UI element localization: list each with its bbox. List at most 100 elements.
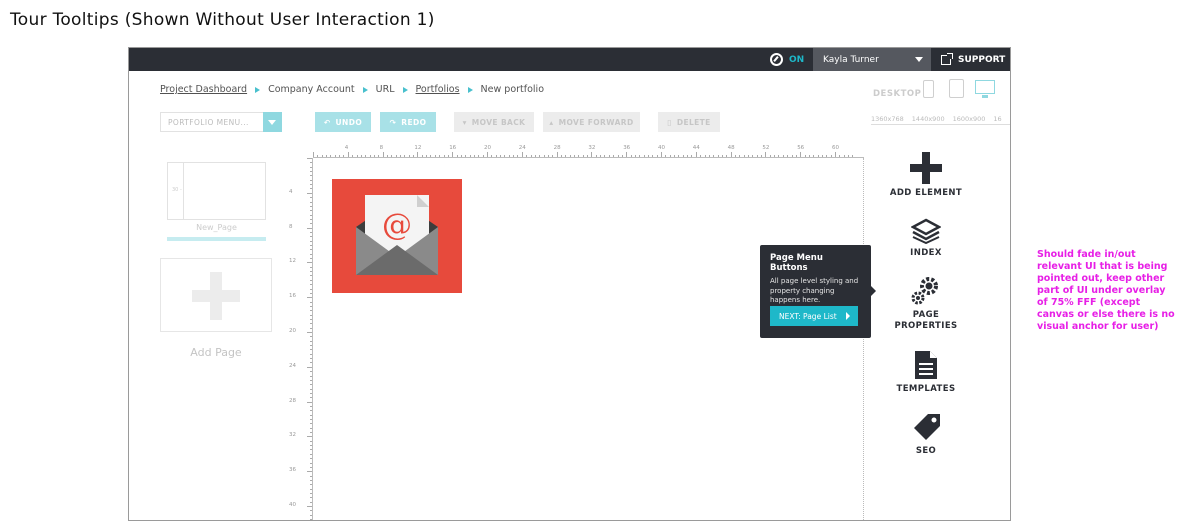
phone-icon[interactable] [923, 80, 934, 98]
ruler-tick [678, 155, 680, 157]
canvas-edge [863, 158, 864, 520]
ruler-tick [543, 155, 545, 157]
ruler-tick [310, 449, 312, 451]
chevron-down-icon [915, 57, 923, 62]
move-back-button[interactable]: ▾ MOVE BACK [454, 112, 534, 132]
ruler-left: 4 8 12 16 20 24 28 32 36 40 [289, 158, 313, 520]
page-thumbnail[interactable]: 30 - [167, 162, 266, 220]
portfolio-menu-select[interactable]: PORTFOLIO MENU... [160, 112, 282, 132]
resolution-option[interactable]: 16 [993, 115, 1001, 123]
ruler-tick [310, 423, 312, 425]
delete-label: DELETE [676, 117, 711, 127]
ruler-label: 12 [289, 258, 296, 265]
tour-tooltip: Page Menu Buttons All page level styling… [760, 245, 876, 338]
index-button[interactable]: INDEX [871, 218, 981, 259]
ruler-tick [778, 155, 780, 157]
ruler-label: 36 [289, 467, 296, 474]
resolution-option[interactable]: 1440x900 [912, 115, 945, 123]
ruler-tick [310, 184, 312, 186]
desktop-icon[interactable] [975, 80, 995, 98]
page-name[interactable]: New_Page [167, 223, 266, 232]
ruler-tick [578, 155, 580, 157]
ruler-top: 4 8 12 16 20 24 28 32 36 40 44 48 52 56 60 [313, 145, 864, 158]
ruler-label: 60 [832, 145, 839, 151]
resolution-option[interactable]: 1360x768 [871, 115, 904, 123]
ruler-tick [310, 484, 312, 486]
ruler-tick [574, 155, 575, 157]
ruler-tick [687, 155, 689, 157]
ruler-tick [310, 205, 312, 207]
add-element-button[interactable]: ADD ELEMENT [871, 152, 981, 199]
ruler-tick [530, 155, 532, 157]
page-properties-label-1: PAGE [912, 310, 940, 320]
ruler-tick [310, 279, 312, 281]
ruler-label: 36 [623, 145, 631, 151]
ruler-tick [310, 292, 312, 294]
ruler-tick [310, 379, 312, 381]
ruler-label: 16 [289, 293, 296, 300]
ruler-tick [647, 155, 649, 157]
add-page-button[interactable] [160, 258, 272, 332]
ruler-tick [743, 155, 745, 157]
ruler-tick [310, 253, 312, 255]
add-page-label[interactable]: Add Page [160, 346, 272, 359]
plus-icon [910, 152, 942, 184]
page-properties-button[interactable]: PAGE PROPERTIES [871, 276, 981, 332]
ruler-tick [360, 155, 362, 157]
resolution-option[interactable]: 1600x900 [953, 115, 986, 123]
ruler-tick [310, 458, 312, 460]
seo-button[interactable]: SEO [871, 412, 981, 457]
ruler-tick [307, 436, 312, 438]
ruler-tick [595, 155, 597, 157]
move-back-label: MOVE BACK [471, 117, 526, 127]
trash-icon: ▯ [667, 117, 672, 127]
breadcrumb-project-dashboard[interactable]: Project Dashboard [160, 84, 247, 95]
ruler-tick [447, 155, 449, 157]
move-forward-button[interactable]: ▴ MOVE FORWARD [543, 112, 640, 132]
ruler-tick [310, 371, 312, 373]
email-image[interactable]: @ [332, 179, 462, 293]
ruler-tick [774, 155, 776, 157]
ruler-tick [310, 318, 312, 320]
ruler-tick [307, 506, 312, 507]
undo-label: UNDO [335, 117, 363, 127]
ruler-tick [326, 155, 328, 157]
tag-icon [914, 414, 940, 440]
ruler-tick [600, 155, 602, 157]
ruler-tick [821, 155, 823, 157]
tooltip-next-label: NEXT: Page List [779, 311, 837, 321]
ruler-tick [310, 519, 312, 520]
ruler-tick [830, 155, 832, 157]
tooltip-title: Page Menu Buttons [770, 253, 823, 273]
ruler-tick [310, 353, 312, 355]
tour-toggle[interactable]: ON [770, 48, 804, 71]
tablet-icon[interactable] [949, 79, 964, 98]
chevron-down-icon[interactable] [263, 112, 282, 132]
ruler-tick [310, 175, 312, 177]
ruler-label: 16 [449, 145, 457, 151]
ruler-tick [310, 310, 312, 312]
ruler-tick [310, 501, 312, 503]
tooltip-next-button[interactable]: NEXT: Page List [770, 306, 858, 326]
ruler-tick [310, 188, 312, 190]
ruler-tick [560, 155, 562, 157]
undo-button[interactable]: ↶ UNDO [315, 112, 371, 132]
ruler-label: 12 [414, 145, 422, 151]
templates-button[interactable]: TEMPLATES [871, 350, 981, 395]
breadcrumb-portfolios[interactable]: Portfolios [416, 84, 460, 95]
design-annotation: Should fade in/out relevant UI that is b… [1037, 249, 1175, 332]
ruler-tick [310, 362, 312, 364]
redo-button[interactable]: ↷ REDO [380, 112, 436, 132]
ruler-tick [591, 152, 593, 157]
ruler-tick [765, 152, 767, 157]
support-link[interactable]: SUPPORT [941, 48, 1005, 71]
ruler-tick [756, 155, 758, 157]
envelope-icon: @ [356, 195, 438, 275]
ruler-tick [310, 249, 312, 251]
ruler-tick [310, 414, 312, 416]
page-thumbnail-mark: 30 - [172, 187, 182, 193]
delete-button[interactable]: ▯ DELETE [658, 112, 720, 132]
ruler-tick [556, 152, 558, 157]
user-menu[interactable]: Kayla Turner [813, 48, 931, 71]
ruler-label: 44 [692, 145, 700, 151]
